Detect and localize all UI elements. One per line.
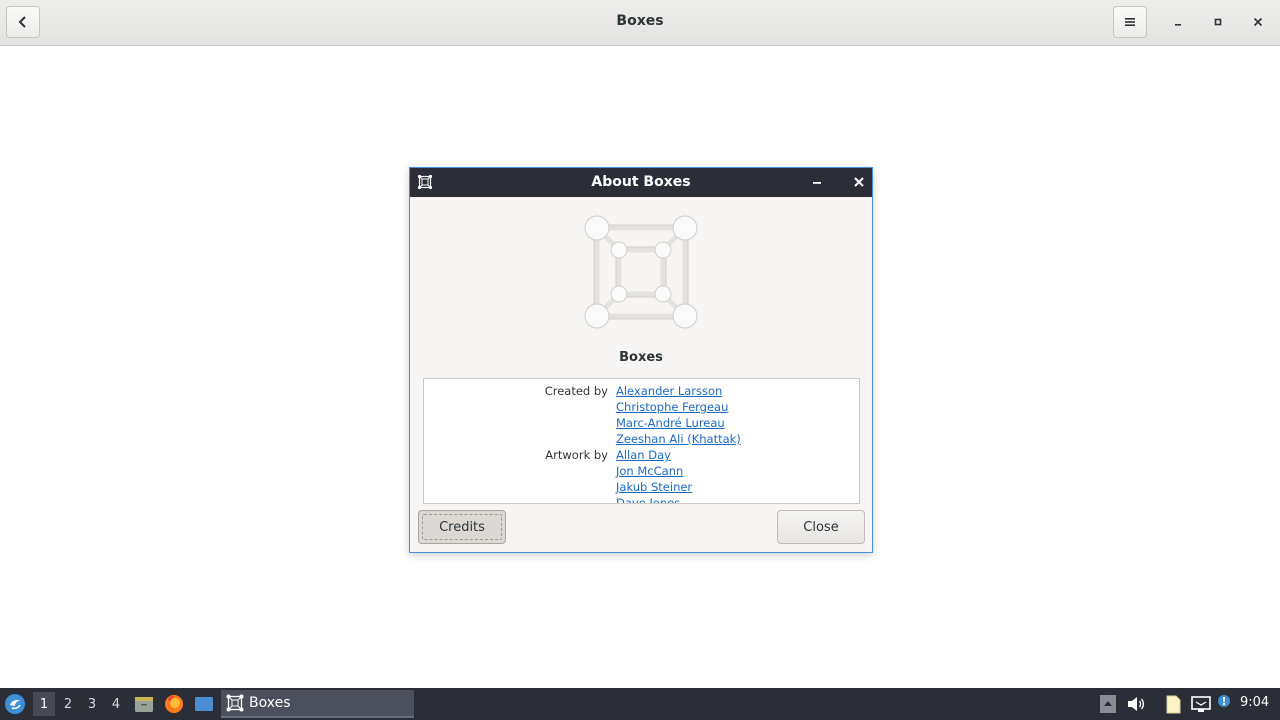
- taskbar: 1 2 3 4 Boxes 9:04: [0, 688, 1280, 720]
- credit-link[interactable]: Marc-André Lureau: [616, 416, 725, 430]
- maximize-button[interactable]: [1204, 8, 1232, 36]
- workspace-2[interactable]: 2: [57, 692, 79, 716]
- close-icon: [1253, 17, 1263, 27]
- task-label: Boxes: [249, 695, 291, 711]
- header-bar: Boxes: [0, 0, 1280, 46]
- credits-button[interactable]: Credits: [418, 510, 506, 544]
- network-icon[interactable]: [1190, 693, 1212, 715]
- window-close-button[interactable]: [1244, 8, 1272, 36]
- minimize-button[interactable]: [1164, 8, 1192, 36]
- app-name: Boxes: [619, 350, 663, 365]
- credit-link[interactable]: Christophe Fergeau: [616, 400, 728, 414]
- close-button[interactable]: Close: [777, 510, 865, 544]
- menu-button[interactable]: [1113, 6, 1147, 38]
- minimize-icon: [1175, 24, 1181, 26]
- credit-link[interactable]: Jakub Steiner: [616, 480, 692, 494]
- maximize-icon: [1214, 18, 1222, 26]
- dialog-close-icon[interactable]: [851, 174, 867, 190]
- credit-link[interactable]: Zeeshan Ali (Khattak): [616, 432, 741, 446]
- hamburger-menu-icon: [1125, 18, 1135, 26]
- tray-expand-icon[interactable]: [1097, 693, 1119, 715]
- boxes-app-icon: [417, 174, 433, 190]
- credits-section-label: Created by: [544, 384, 608, 398]
- volume-icon[interactable]: [1125, 693, 1147, 715]
- chevron-left-icon: [18, 16, 26, 28]
- credit-link[interactable]: Dave Jones: [616, 496, 680, 503]
- show-desktop-icon[interactable]: [193, 693, 215, 715]
- clipboard-icon[interactable]: [1162, 693, 1184, 715]
- dialog-minimize-icon[interactable]: [809, 174, 825, 190]
- task-boxes[interactable]: Boxes: [221, 690, 414, 718]
- notification-icon[interactable]: [1216, 693, 1238, 715]
- clock[interactable]: 9:04: [1240, 695, 1269, 710]
- workspace-3[interactable]: 3: [81, 692, 103, 716]
- credits-section-label: Artwork by: [545, 448, 608, 462]
- file-manager-icon[interactable]: [133, 693, 155, 715]
- about-dialog: About Boxes Boxes Created by Alexander L…: [409, 167, 873, 553]
- firefox-icon[interactable]: [163, 693, 185, 715]
- window-title: Boxes: [616, 13, 664, 29]
- start-menu-icon[interactable]: [4, 693, 26, 715]
- boxes-logo: [584, 215, 698, 329]
- dialog-titlebar[interactable]: About Boxes: [410, 168, 872, 197]
- credit-link[interactable]: Allan Day: [616, 448, 671, 462]
- dialog-title: About Boxes: [591, 174, 691, 190]
- credit-link[interactable]: Alexander Larsson: [616, 384, 722, 398]
- credits-list[interactable]: Created by Alexander Larsson Christophe …: [423, 378, 860, 504]
- close-button-label: Close: [803, 519, 839, 535]
- boxes-app-icon: [226, 694, 244, 712]
- focus-ring: [422, 514, 502, 540]
- workspace-1[interactable]: 1: [33, 692, 55, 716]
- credit-link[interactable]: Jon McCann: [616, 464, 683, 478]
- back-button[interactable]: [6, 6, 40, 38]
- workspace-4[interactable]: 4: [105, 692, 127, 716]
